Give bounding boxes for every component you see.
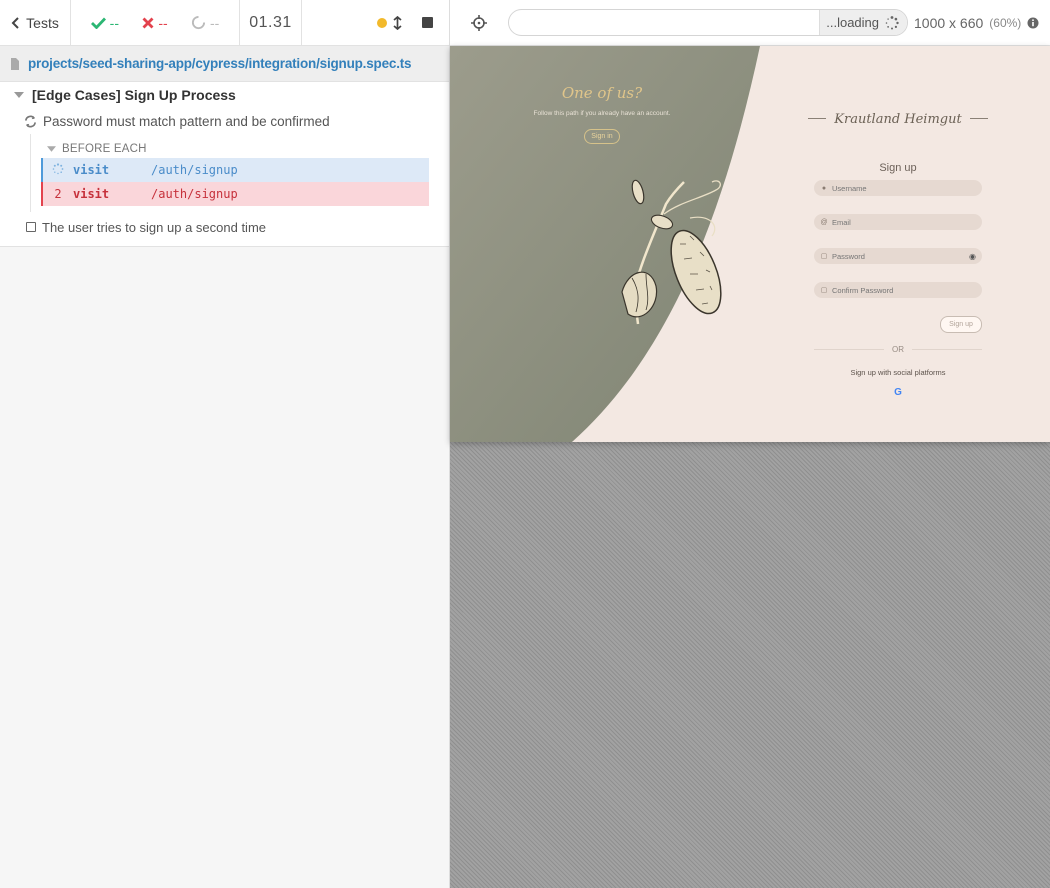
- brand-flourish-right: [970, 118, 988, 119]
- google-icon[interactable]: G: [808, 387, 988, 398]
- spinner-icon: [52, 162, 64, 174]
- test-stats: -- -- --: [71, 0, 240, 45]
- square-icon: [26, 222, 36, 232]
- email-field: @: [814, 214, 982, 230]
- viewport-scale: (60%): [989, 15, 1022, 30]
- confirm-password-input[interactable]: [832, 285, 976, 295]
- suite-section: [Edge Cases] Sign Up Process Password mu…: [0, 82, 449, 247]
- viewport-size: 1000 x 660: [914, 14, 984, 31]
- spec-path-link[interactable]: projects/seed-sharing-app/cypress/integr…: [28, 56, 412, 71]
- passed-stat: --: [90, 14, 119, 31]
- run-controls: [302, 0, 449, 45]
- check-icon: [90, 17, 106, 29]
- tests-button-label: Tests: [26, 14, 59, 31]
- status-dot-icon: [377, 17, 387, 28]
- test-title-row[interactable]: The user tries to sign up a second time: [0, 212, 449, 242]
- at-icon: @: [820, 218, 828, 226]
- sign-up-button[interactable]: Sign up: [940, 316, 982, 333]
- username-field: ●: [814, 180, 982, 196]
- pending-count: --: [209, 14, 220, 31]
- lock-icon: ▢: [820, 253, 828, 260]
- confirm-password-field: ▢: [814, 282, 982, 298]
- command-row-failed[interactable]: 2 visit /auth/signup: [41, 182, 429, 206]
- password-field: ▢ ◉: [814, 248, 982, 264]
- divider-line: [912, 349, 982, 350]
- command-message: /auth/signup: [151, 163, 238, 177]
- spinner-icon: [885, 15, 899, 29]
- reporter-header: Tests -- -- -- 01.31: [0, 0, 449, 46]
- sign-in-button[interactable]: Sign in: [584, 129, 620, 144]
- app-preview: One of us? Follow this path if you alrea…: [450, 46, 1050, 442]
- loading-label: ...loading: [826, 15, 879, 30]
- caret-down-icon: [14, 92, 24, 98]
- email-input[interactable]: [832, 217, 976, 227]
- selector-playground-button[interactable]: [450, 14, 508, 31]
- suite-title-row[interactable]: [Edge Cases] Sign Up Process: [0, 82, 449, 108]
- pending-stat: --: [191, 15, 219, 31]
- user-icon: ●: [821, 184, 827, 192]
- social-label: Sign up with social platforms: [850, 368, 946, 377]
- failed-stat: --: [142, 14, 168, 31]
- refresh-icon: [25, 115, 36, 127]
- command-num: 2: [54, 187, 62, 201]
- viewport-info: 1000 x 660 (60%): [914, 15, 1039, 31]
- or-label: OR: [892, 345, 904, 354]
- brand-name: Krautland Heimgut: [834, 112, 962, 127]
- failed-count: --: [158, 14, 168, 31]
- suite-title: [Edge Cases] Sign Up Process: [32, 87, 236, 103]
- crosshairs-icon: [471, 14, 487, 31]
- circle-o-notch-icon: [191, 15, 206, 30]
- welcome-title: One of us?: [561, 84, 643, 102]
- duration-display: 01.31: [240, 0, 302, 45]
- hooks-section: BEFORE EACH visit /auth/signup 2 visit /…: [30, 134, 429, 212]
- command-num: [43, 162, 73, 178]
- form-title: Sign up: [879, 162, 917, 174]
- stop-button[interactable]: [422, 17, 433, 28]
- brand-flourish-left: [808, 118, 826, 119]
- cucumber-illustration: [621, 179, 722, 325]
- or-divider: OR: [808, 345, 988, 354]
- eye-icon[interactable]: ◉: [969, 252, 976, 261]
- test-title: Password must match pattern and be confi…: [43, 113, 330, 129]
- url-bar: ...loading: [508, 9, 908, 36]
- command-message: /auth/signup: [151, 187, 238, 201]
- hook-title: BEFORE EACH: [62, 143, 147, 155]
- password-input[interactable]: [832, 251, 966, 261]
- auto-scroll-toggle[interactable]: [377, 15, 402, 30]
- command-name: visit: [73, 187, 110, 201]
- test-title: The user tries to sign up a second time: [42, 219, 267, 235]
- command-row-running[interactable]: visit /auth/signup: [41, 158, 429, 182]
- passed-count: --: [109, 14, 119, 31]
- arrows-vertical-icon: [393, 15, 402, 30]
- brand-logo: Krautland Heimgut: [808, 102, 988, 138]
- spec-bar: projects/seed-sharing-app/cypress/integr…: [0, 46, 449, 82]
- welcome-panel: One of us? Follow this path if you alrea…: [510, 84, 694, 144]
- url-input[interactable]: [509, 10, 820, 35]
- info-circle-icon[interactable]: [1027, 17, 1039, 29]
- lock-icon: ▢: [820, 287, 828, 294]
- aut-header: ...loading 1000 x 660 (60%): [450, 0, 1050, 46]
- signup-form: Krautland Heimgut Sign up ● @ ▢ ◉ ▢ Si: [808, 102, 988, 398]
- test-title-row[interactable]: Password must match pattern and be confi…: [0, 108, 449, 134]
- command-name: visit: [73, 163, 110, 177]
- divider-line: [814, 349, 884, 350]
- chevron-left-icon: [11, 16, 19, 29]
- file-icon: [11, 57, 19, 70]
- reporter-panel: Tests -- -- -- 01.31 projects/seed-shari…: [0, 0, 450, 888]
- x-icon: [142, 17, 154, 28]
- hook-title-row[interactable]: BEFORE EACH: [31, 140, 429, 158]
- caret-down-icon: [47, 146, 56, 152]
- url-loading-indicator: ...loading: [819, 10, 907, 35]
- aut-iframe-container: One of us? Follow this path if you alrea…: [450, 46, 1050, 888]
- username-input[interactable]: [832, 183, 976, 193]
- welcome-subtitle: Follow this path if you already have an …: [533, 110, 671, 117]
- tests-button[interactable]: Tests: [0, 0, 71, 45]
